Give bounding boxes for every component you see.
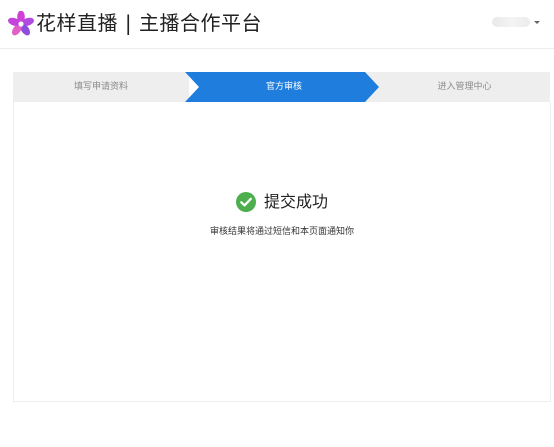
- result-title-row: 提交成功: [235, 190, 328, 214]
- step-official-review: 官方审核: [265, 82, 302, 92]
- username-blurred[interactable]: [492, 17, 530, 27]
- flower-logo-icon: [8, 11, 34, 36]
- result-title: 提交成功: [263, 192, 328, 211]
- result-description: 审核结果将通过短信和本页面通知你: [209, 227, 354, 237]
- progress-steps: 填写申请资料 官方审核 进入管理中心: [13, 72, 550, 102]
- check-circle-icon: [235, 192, 256, 212]
- user-menu[interactable]: [492, 17, 540, 27]
- result-block: 提交成功 审核结果将通过短信和本页面通知你: [14, 190, 550, 239]
- result-panel: 提交成功 审核结果将通过短信和本页面通知你: [13, 102, 551, 402]
- top-header: 花样直播 | 主播合作平台: [0, 0, 554, 49]
- step-fill-application: 填写申请资料: [73, 82, 128, 92]
- caret-down-icon[interactable]: [534, 20, 540, 24]
- step-enter-management: 进入管理中心: [437, 82, 492, 92]
- brand-title[interactable]: 花样直播 | 主播合作平台: [36, 9, 262, 37]
